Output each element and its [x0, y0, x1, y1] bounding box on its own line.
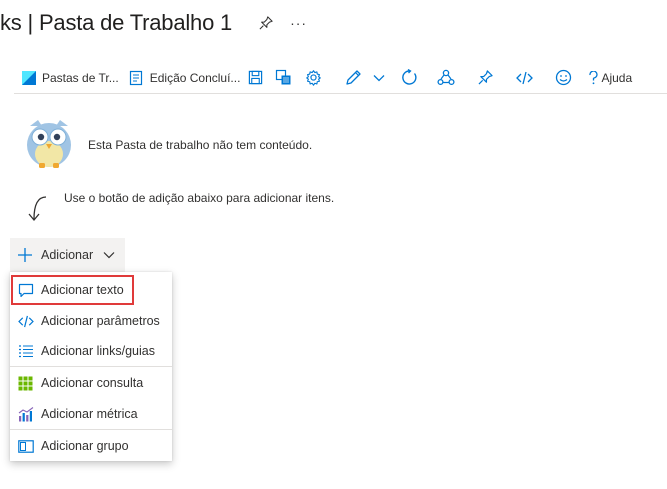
edit-dropdown[interactable] [370, 63, 388, 93]
help-icon [588, 69, 598, 87]
chevron-down-icon [370, 69, 388, 87]
save-button[interactable] [246, 63, 264, 93]
clone-button[interactable] [274, 63, 292, 93]
metric-icon [17, 406, 34, 423]
more-options-button[interactable]: ··· [290, 15, 307, 31]
title-bar: ks | Pasta de Trabalho 1 ··· [0, 6, 307, 40]
menu-divider [10, 366, 172, 367]
chevron-down-icon [103, 251, 115, 259]
menu-item-label: Adicionar links/guias [41, 344, 155, 358]
grid-icon [17, 375, 34, 392]
add-menu: Adicionar texto Adicionar parâmetros Adi… [10, 272, 172, 461]
refresh-icon [400, 69, 418, 87]
menu-item-add-links[interactable]: Adicionar links/guias [10, 336, 172, 366]
refresh-button[interactable] [400, 63, 418, 93]
menu-item-add-metric[interactable]: Adicionar métrica [10, 399, 172, 429]
workbooks-button[interactable]: Pastas de Tr... [20, 63, 119, 93]
add-button-label: Adicionar [41, 248, 94, 262]
pin-button[interactable] [476, 63, 494, 93]
add-button[interactable]: Adicionar [10, 238, 125, 272]
edit-button[interactable] [344, 63, 362, 93]
pin-icon [476, 69, 494, 87]
feedback-button[interactable] [554, 63, 572, 93]
list-icon [17, 343, 34, 360]
menu-item-add-query[interactable]: Adicionar consulta [10, 368, 172, 398]
toolbar: Pastas de Tr... Edição Concluí... Ajuda [14, 62, 667, 94]
group-icon [17, 438, 34, 455]
code-icon [17, 313, 34, 330]
owl-icon [27, 120, 71, 168]
done-editing-button[interactable]: Edição Concluí... [127, 63, 241, 93]
workbooks-label: Pastas de Tr... [42, 70, 119, 85]
curved-arrow-icon [28, 196, 47, 222]
menu-item-add-text[interactable]: Adicionar texto [11, 275, 134, 305]
menu-item-label: Adicionar consulta [41, 376, 144, 390]
share-icon [437, 69, 455, 87]
menu-item-add-group[interactable]: Adicionar grupo [10, 431, 172, 461]
page-title: ks | Pasta de Trabalho 1 [0, 10, 233, 35]
plus-icon [17, 247, 33, 263]
pin-icon[interactable] [258, 15, 274, 31]
done-editing-label: Edição Concluí... [149, 70, 241, 85]
save-icon [246, 69, 264, 87]
share-button[interactable] [437, 63, 455, 93]
menu-item-label: Adicionar grupo [41, 439, 129, 453]
code-icon [515, 69, 533, 87]
settings-icon [304, 69, 322, 87]
settings-button[interactable] [304, 63, 322, 93]
code-button[interactable] [515, 63, 533, 93]
comment-icon [17, 282, 34, 299]
menu-item-label: Adicionar métrica [41, 407, 138, 421]
clone-icon [274, 69, 292, 87]
menu-item-label: Adicionar parâmetros [41, 314, 160, 328]
menu-item-add-parameters[interactable]: Adicionar parâmetros [10, 306, 172, 336]
empty-message: Esta Pasta de trabalho não tem conteúdo. [88, 138, 313, 152]
help-label: Ajuda [601, 70, 633, 85]
help-button[interactable]: Ajuda [588, 63, 632, 93]
smiley-icon [554, 69, 572, 87]
edit-done-icon [127, 69, 145, 87]
menu-divider [10, 429, 172, 430]
pencil-icon [344, 69, 362, 87]
menu-item-label: Adicionar texto [41, 283, 124, 297]
add-hint-text: Use o botão de adição abaixo para adicio… [64, 191, 335, 205]
workbook-icon [20, 69, 38, 87]
